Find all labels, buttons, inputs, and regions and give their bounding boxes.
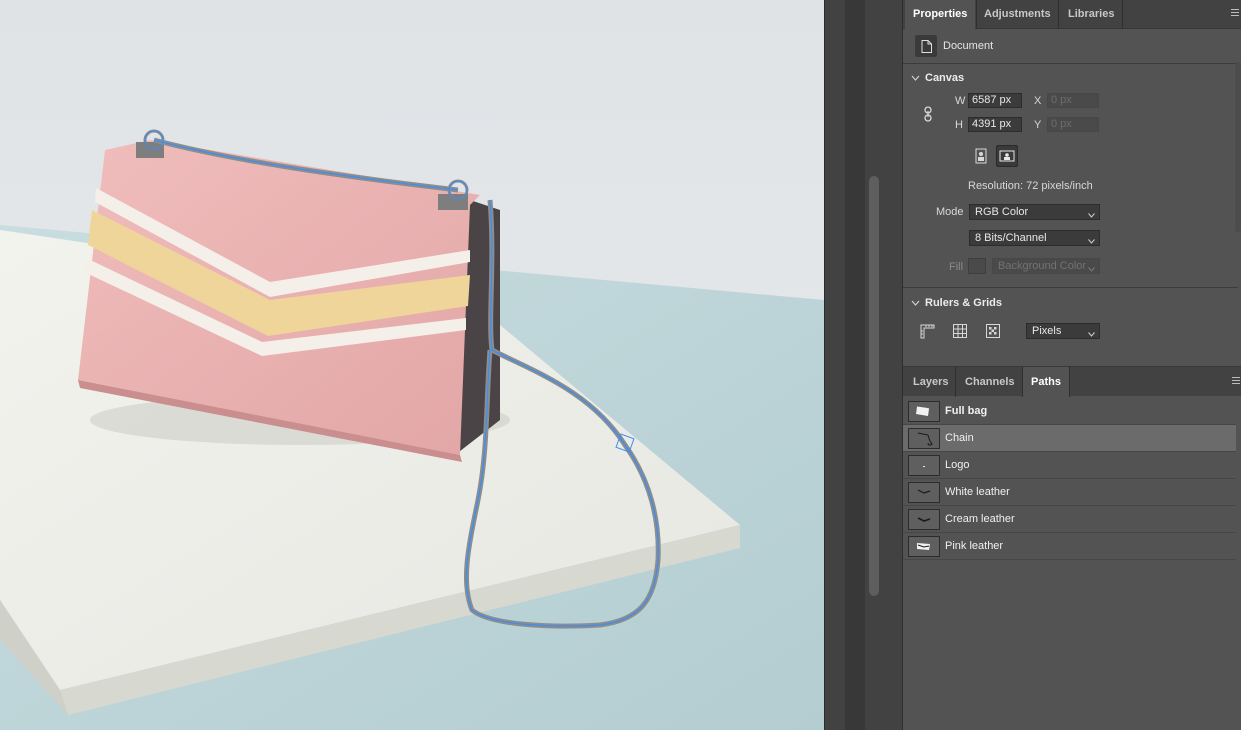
product-photo: · · · <box>0 0 824 730</box>
path-row-logo[interactable]: Logo <box>903 452 1236 479</box>
path-row-pink-leather[interactable]: Pink leather <box>903 533 1236 560</box>
tab-libraries[interactable]: Libraries <box>1060 0 1122 29</box>
path-thumbnail <box>908 427 940 449</box>
svg-text:· · ·: · · · <box>235 394 244 400</box>
tab-divider <box>1122 0 1123 29</box>
fill-label: Fill <box>949 261 964 273</box>
ruler-units-value: Pixels <box>1032 325 1062 337</box>
path-name: Cream leather <box>945 513 1015 525</box>
path-thumbnail <box>908 454 940 476</box>
section-divider <box>903 63 1238 64</box>
canvas-x-field[interactable]: 0 px <box>1047 93 1099 108</box>
path-name: Logo <box>945 459 970 471</box>
path-name: White leather <box>945 486 1010 498</box>
canvas-section-header[interactable]: Canvas <box>911 72 964 84</box>
tab-paths[interactable]: Paths <box>1023 367 1069 397</box>
chevron-down-icon <box>1088 262 1095 276</box>
path-thumbnail <box>908 508 940 530</box>
tab-divider <box>955 367 956 397</box>
path-name: Full bag <box>945 405 988 417</box>
document-header: Document <box>915 34 993 58</box>
fill-select[interactable]: Background Color <box>992 258 1100 274</box>
path-row-white-leather[interactable]: White leather <box>903 479 1236 506</box>
paths-list: Full bag Chain Logo White leather Cream … <box>903 398 1236 560</box>
tab-adjustments[interactable]: Adjustments <box>976 0 1059 29</box>
canvas-y-field[interactable]: 0 px <box>1047 117 1099 132</box>
tab-channels[interactable]: Channels <box>957 367 1023 397</box>
panel-menu-icon[interactable] <box>1231 9 1239 19</box>
fill-select-value: Background Color <box>998 260 1087 272</box>
canvas-width-field[interactable]: 6587 px <box>968 93 1022 108</box>
mode-select-value: RGB Color <box>975 206 1029 218</box>
height-label: H <box>955 119 963 131</box>
path-name: Pink leather <box>945 540 1004 552</box>
path-row-full-bag[interactable]: Full bag <box>903 398 1236 425</box>
path-thumbnail <box>908 400 940 422</box>
properties-tabbar: Properties Adjustments Libraries <box>903 0 1241 29</box>
width-label: W <box>955 95 966 107</box>
panel-gutter <box>824 0 902 730</box>
canvas-section-title: Canvas <box>925 72 965 84</box>
grid-icon[interactable] <box>949 320 971 342</box>
mode-select[interactable]: RGB Color <box>969 204 1100 220</box>
path-row-chain[interactable]: Chain <box>903 425 1236 452</box>
path-thumbnail <box>908 535 940 557</box>
tab-divider <box>1069 367 1070 397</box>
document-label: Document <box>943 40 994 52</box>
portrait-icon[interactable] <box>970 145 992 167</box>
y-label: Y <box>1034 119 1042 131</box>
transparency-grid-icon[interactable] <box>982 320 1004 342</box>
canvas-height-field[interactable]: 4391 px <box>968 117 1022 132</box>
properties-scrollbar[interactable] <box>1235 62 1241 232</box>
panel-menu-icon[interactable] <box>1232 377 1240 387</box>
mode-label: Mode <box>936 206 964 218</box>
chevron-down-icon <box>1088 327 1095 341</box>
path-name: Chain <box>945 432 974 444</box>
chevron-down-icon <box>911 297 920 309</box>
scrollbar-track[interactable] <box>845 0 879 730</box>
scrollbar-thumb[interactable] <box>869 176 879 596</box>
document-canvas[interactable]: · · · <box>0 0 824 730</box>
rulers-section-header[interactable]: Rulers & Grids <box>911 297 1002 309</box>
bit-depth-value: 8 Bits/Channel <box>975 232 1047 244</box>
document-icon <box>915 35 937 57</box>
properties-panel: Properties Adjustments Libraries Documen… <box>902 0 1241 730</box>
section-divider <box>903 287 1238 288</box>
tab-divider <box>1058 0 1059 29</box>
ruler-icon[interactable] <box>916 320 938 342</box>
chain-link-icon[interactable] <box>917 103 939 125</box>
resolution-text: Resolution: 72 pixels/inch <box>968 180 1093 192</box>
path-thumbnail <box>908 481 940 503</box>
chevron-down-icon <box>1088 208 1095 222</box>
path-row-cream-leather[interactable]: Cream leather <box>903 506 1236 533</box>
ruler-units-select[interactable]: Pixels <box>1026 323 1100 339</box>
fill-color-swatch[interactable] <box>968 258 986 274</box>
tab-layers[interactable]: Layers <box>905 367 956 397</box>
chevron-down-icon <box>1088 234 1095 248</box>
x-label: X <box>1034 95 1042 107</box>
rulers-section-title: Rulers & Grids <box>925 297 1003 309</box>
bit-depth-select[interactable]: 8 Bits/Channel <box>969 230 1100 246</box>
layers-tabbar: Layers Channels Paths <box>903 366 1241 397</box>
chevron-down-icon <box>911 72 920 84</box>
tab-properties[interactable]: Properties <box>905 0 976 29</box>
landscape-icon[interactable] <box>996 145 1018 167</box>
